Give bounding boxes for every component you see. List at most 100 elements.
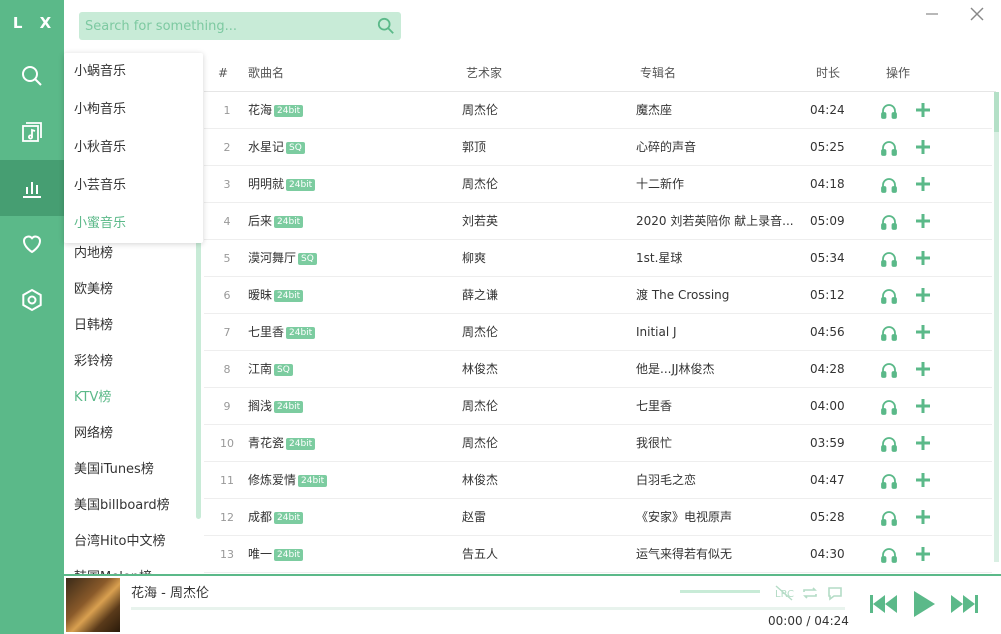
row-album: 运气来得若有似无: [636, 547, 733, 561]
listen-icon[interactable]: [880, 509, 898, 527]
listen-icon[interactable]: [880, 546, 898, 564]
song-table-scrollbar[interactable]: [994, 92, 999, 562]
row-album: 白羽毛之恋: [636, 473, 697, 487]
row-artist: 薛之谦: [462, 288, 499, 302]
board-item[interactable]: 欧美榜: [74, 272, 113, 308]
table-row[interactable]: 11 修炼爱情 24bit 林俊杰 白羽毛之恋 04:47: [204, 462, 992, 499]
listen-icon[interactable]: [880, 472, 898, 490]
table-row[interactable]: 7 七里香 24bit 周杰伦 Initial J 04:56: [204, 314, 992, 351]
table-row[interactable]: 12 成都 24bit 赵雷 《安家》电视原声 05:28: [204, 499, 992, 536]
add-icon[interactable]: [914, 101, 932, 119]
add-icon[interactable]: [914, 323, 932, 341]
album-cover[interactable]: [66, 578, 120, 632]
next-icon[interactable]: [950, 592, 980, 616]
previous-icon[interactable]: [868, 592, 898, 616]
search-input[interactable]: [79, 12, 369, 40]
row-duration: 05:34: [810, 251, 845, 265]
table-row[interactable]: 8 江南 SQ 林俊杰 他是...JJ林俊杰 04:28: [204, 351, 992, 388]
minimize-icon[interactable]: [924, 6, 940, 22]
row-index: 7: [223, 326, 231, 339]
listen-icon[interactable]: [880, 213, 898, 231]
table-row[interactable]: 5 漠河舞厅 SQ 柳爽 1st.星球 05:34: [204, 240, 992, 277]
quality-badge: 24bit: [274, 548, 304, 561]
volume-slider[interactable]: [680, 590, 760, 593]
table-row[interactable]: 9 搁浅 24bit 周杰伦 七里香 04:00: [204, 388, 992, 425]
add-icon[interactable]: [914, 508, 932, 526]
row-artist: 林俊杰: [462, 473, 499, 487]
row-song-name: 成都 24bit: [248, 499, 448, 536]
time-separator: /: [806, 614, 811, 628]
nav-search[interactable]: [0, 48, 64, 104]
listen-icon[interactable]: [880, 287, 898, 305]
row-artist: 郭顶: [462, 140, 487, 154]
dropdown-item-selected[interactable]: 小蜜音乐: [64, 205, 203, 243]
row-album: 十二新作: [636, 177, 685, 191]
row-duration: 05:12: [810, 288, 845, 302]
play-icon[interactable]: [912, 590, 936, 618]
scrollbar-thumb[interactable]: [994, 92, 999, 132]
table-row[interactable]: 2 水星记 SQ 郭顶 心碎的声音 05:25: [204, 129, 992, 166]
board-item[interactable]: 美国billboard榜: [74, 488, 170, 524]
row-duration: 03:59: [810, 436, 845, 450]
dropdown-item[interactable]: 小秋音乐: [64, 129, 203, 167]
add-icon[interactable]: [914, 434, 932, 452]
board-item[interactable]: 彩铃榜: [74, 344, 113, 380]
table-row[interactable]: 6 暧昧 24bit 薛之谦 渡 The Crossing 05:12: [204, 277, 992, 314]
add-icon[interactable]: [914, 286, 932, 304]
listen-icon[interactable]: [880, 398, 898, 416]
song-name-text: 后来: [248, 214, 273, 228]
row-album: 七里香: [636, 399, 673, 413]
board-item[interactable]: 美国iTunes榜: [74, 452, 154, 488]
table-row[interactable]: 13 唯一 24bit 告五人 运气来得若有似无 04:30: [204, 536, 992, 573]
table-row[interactable]: 3 明明就 24bit 周杰伦 十二新作 04:18: [204, 166, 992, 203]
nav-leaderboard[interactable]: [0, 160, 64, 216]
listen-icon[interactable]: [880, 324, 898, 342]
add-icon[interactable]: [914, 212, 932, 230]
add-icon[interactable]: [914, 249, 932, 267]
board-item[interactable]: 台湾Hito中文榜: [74, 524, 165, 560]
row-index: 4: [223, 215, 231, 228]
close-icon[interactable]: [969, 6, 985, 22]
comment-icon[interactable]: [826, 584, 844, 602]
loop-icon[interactable]: [801, 584, 819, 602]
app-logo: L X: [12, 14, 58, 32]
nav-settings[interactable]: [0, 272, 64, 328]
add-icon[interactable]: [914, 360, 932, 378]
row-duration: 04:18: [810, 177, 845, 191]
add-icon[interactable]: [914, 175, 932, 193]
listen-icon[interactable]: [880, 361, 898, 379]
search-icon[interactable]: [377, 17, 395, 35]
lyrics-icon[interactable]: LRC: [774, 584, 794, 602]
progress-bar[interactable]: [131, 607, 845, 610]
nav-music-library[interactable]: [0, 104, 64, 160]
listen-icon[interactable]: [880, 102, 898, 120]
add-icon[interactable]: [914, 138, 932, 156]
time-display: 00:00 / 04:24: [768, 614, 849, 628]
board-item[interactable]: 日韩榜: [74, 308, 113, 344]
table-row[interactable]: 10 青花瓷 24bit 周杰伦 我很忙 03:59: [204, 425, 992, 462]
add-icon[interactable]: [914, 471, 932, 489]
row-song-name: 青花瓷 24bit: [248, 425, 448, 462]
row-song-name: 暧昧 24bit: [248, 277, 448, 314]
listen-icon[interactable]: [880, 250, 898, 268]
board-item[interactable]: 网络榜: [74, 416, 113, 452]
board-item-selected[interactable]: KTV榜: [74, 380, 111, 416]
table-row[interactable]: 4 后来 24bit 刘若英 2020 刘若英陪你 献上录音... 05:09: [204, 203, 992, 240]
listen-icon[interactable]: [880, 435, 898, 453]
board-item[interactable]: 韩国Melon榜: [74, 560, 152, 574]
dropdown-item[interactable]: 小芸音乐: [64, 167, 203, 205]
add-icon[interactable]: [914, 545, 932, 563]
listen-icon[interactable]: [880, 176, 898, 194]
dropdown-item[interactable]: 小枸音乐: [64, 91, 203, 129]
table-row[interactable]: 1 花海 24bit 周杰伦 魔杰座 04:24: [204, 92, 992, 129]
row-album: 《安家》电视原声: [636, 510, 733, 524]
add-icon[interactable]: [914, 397, 932, 415]
row-duration: 05:25: [810, 140, 845, 154]
listen-icon[interactable]: [880, 139, 898, 157]
nav-favorites[interactable]: [0, 216, 64, 272]
row-artist: 刘若英: [462, 214, 499, 228]
search-box: [79, 12, 401, 40]
dropdown-item[interactable]: 小蜗音乐: [64, 53, 203, 91]
row-duration: 04:00: [810, 399, 845, 413]
row-song-name: 七里香 24bit: [248, 314, 448, 351]
